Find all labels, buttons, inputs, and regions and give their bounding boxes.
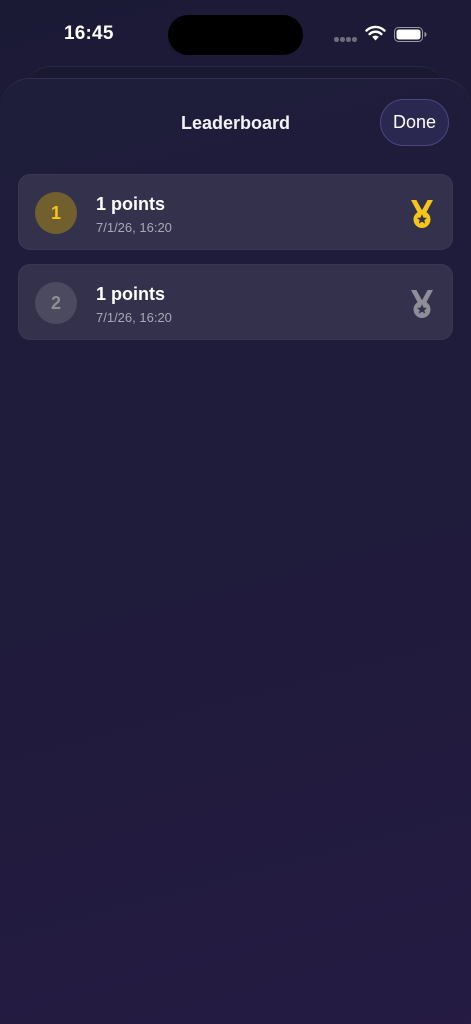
row-date: 7/1/26, 16:20 — [96, 220, 172, 235]
leaderboard-screen: 16:45 Leaderboard Done 1 1 points 7/1/26… — [0, 0, 471, 1024]
row-points: 1 points — [96, 284, 166, 304]
row-date: 7/1/26, 16:20 — [96, 310, 172, 325]
wifi-icon — [365, 25, 386, 41]
dynamic-island — [168, 15, 303, 55]
rank-badge: 2 — [35, 282, 77, 324]
gold-medal-icon — [411, 199, 433, 228]
cellular-signal-icon — [334, 37, 358, 43]
leaderboard-row-2[interactable]: 2 1 points 7/1/26, 16:20 — [18, 264, 453, 340]
status-time: 16:45 — [64, 23, 114, 44]
rank-badge: 1 — [35, 192, 77, 234]
leaderboard-row-1[interactable]: 1 1 points 7/1/26, 16:20 — [18, 174, 453, 250]
battery-icon — [394, 27, 427, 42]
row-points: 1 points — [96, 194, 166, 214]
status-bar: 16:45 — [0, 0, 471, 66]
silver-medal-icon — [411, 289, 433, 318]
done-button[interactable]: Done — [380, 99, 449, 146]
